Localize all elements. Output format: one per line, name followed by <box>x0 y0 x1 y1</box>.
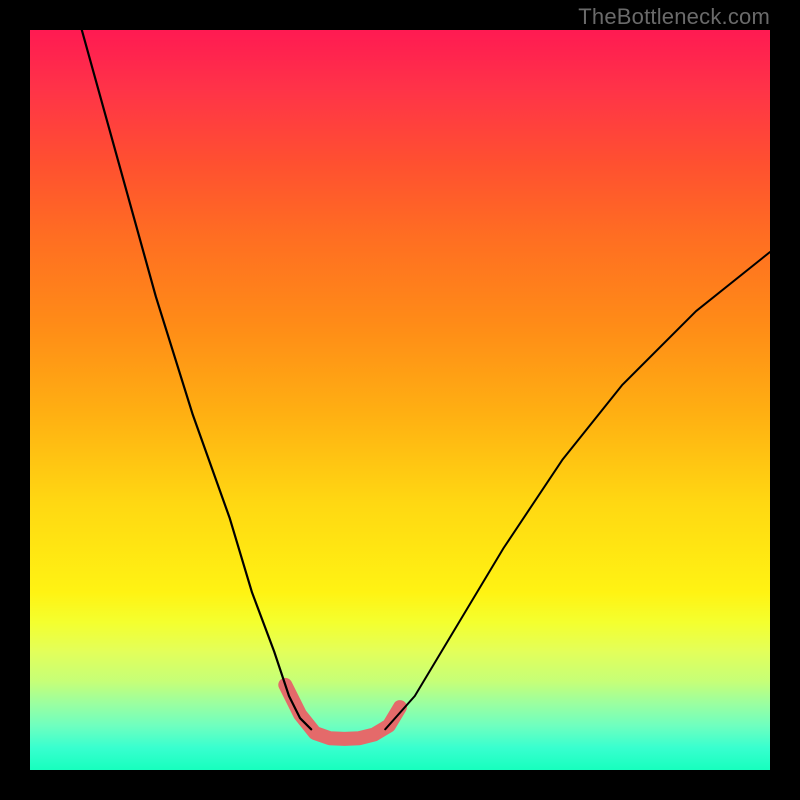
chart-svg <box>30 30 770 770</box>
chart-frame: TheBottleneck.com <box>0 0 800 800</box>
plot-area <box>30 30 770 770</box>
valley-highlight-path <box>285 685 400 739</box>
right-curve-path <box>385 252 770 729</box>
watermark-label: TheBottleneck.com <box>578 4 770 30</box>
left-curve-path <box>82 30 311 729</box>
